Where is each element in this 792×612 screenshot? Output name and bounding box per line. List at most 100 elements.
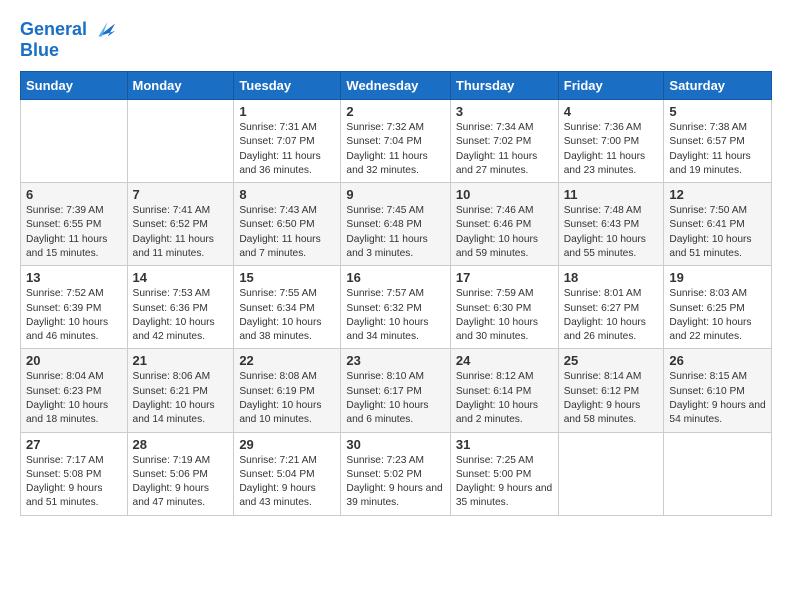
day-number: 3 — [456, 104, 553, 119]
calendar-week-row: 20 Sunrise: 8:04 AM Sunset: 6:23 PM Dayli… — [21, 349, 772, 432]
calendar-cell: 28Sunrise: 7:19 AM Sunset: 5:06 PM Dayli… — [127, 432, 234, 515]
day-number: 5 — [669, 104, 766, 119]
day-info: Sunrise: 7:21 AM Sunset: 5:04 PM Dayligh… — [239, 454, 335, 511]
day-number: 13 — [26, 270, 122, 285]
day-number: 2 — [346, 104, 444, 119]
day-info: Sunrise: 7:43 AM Sunset: 6:50 PM Dayligh… — [239, 204, 335, 261]
calendar-cell: 25 Sunrise: 8:14 AM Sunset: 6:12 PM Dayli… — [558, 349, 664, 432]
day-number: 20 — [26, 353, 122, 368]
calendar-cell: 8 Sunrise: 7:43 AM Sunset: 6:50 PM Daylig… — [234, 183, 341, 266]
day-info: Sunrise: 8:06 AM Sunset: 6:21 PM Dayligh… — [133, 370, 229, 427]
day-number: 17 — [456, 270, 553, 285]
day-info: Sunrise: 7:36 AM Sunset: 7:00 PM Dayligh… — [564, 121, 659, 178]
calendar-cell: 31 Sunrise: 7:25 AM Sunset: 5:00 PM Dayli… — [450, 432, 558, 515]
day-info: Sunrise: 7:19 AM Sunset: 5:06 PM Dayligh… — [133, 454, 229, 511]
day-number: 6 — [26, 187, 122, 202]
day-info: Sunrise: 7:50 AM Sunset: 6:41 PM Dayligh… — [669, 204, 766, 261]
day-number: 16 — [346, 270, 444, 285]
calendar-cell: 15Sunrise: 7:55 AM Sunset: 6:34 PM Dayli… — [234, 266, 341, 349]
calendar-week-row: 27 Sunrise: 7:17 AM Sunset: 5:08 PM Dayli… — [21, 432, 772, 515]
day-info: Sunrise: 8:15 AM Sunset: 6:10 PM Dayligh… — [669, 370, 766, 427]
day-number: 7 — [133, 187, 229, 202]
weekday-header: Saturday — [664, 72, 772, 100]
day-info: Sunrise: 7:53 AM Sunset: 6:36 PM Dayligh… — [133, 287, 229, 344]
day-info: Sunrise: 8:14 AM Sunset: 6:12 PM Dayligh… — [564, 370, 659, 427]
logo-bird-icon — [89, 16, 117, 44]
calendar-cell: 24 Sunrise: 8:12 AM Sunset: 6:14 PM Dayli… — [450, 349, 558, 432]
calendar-cell: 26 Sunrise: 8:15 AM Sunset: 6:10 PM Dayli… — [664, 349, 772, 432]
day-number: 9 — [346, 187, 444, 202]
calendar-table: SundayMondayTuesdayWednesdayThursdayFrid… — [20, 71, 772, 516]
calendar-cell: 11Sunrise: 7:48 AM Sunset: 6:43 PM Dayli… — [558, 183, 664, 266]
day-number: 12 — [669, 187, 766, 202]
calendar-cell: 17 Sunrise: 7:59 AM Sunset: 6:30 PM Dayli… — [450, 266, 558, 349]
day-number: 25 — [564, 353, 659, 368]
day-number: 15 — [239, 270, 335, 285]
day-number: 21 — [133, 353, 229, 368]
calendar-cell — [127, 100, 234, 183]
day-number: 24 — [456, 353, 553, 368]
calendar-cell: 7 Sunrise: 7:41 AM Sunset: 6:52 PM Daylig… — [127, 183, 234, 266]
day-info: Sunrise: 8:03 AM Sunset: 6:25 PM Dayligh… — [669, 287, 766, 344]
calendar-cell: 14Sunrise: 7:53 AM Sunset: 6:36 PM Dayli… — [127, 266, 234, 349]
day-info: Sunrise: 8:01 AM Sunset: 6:27 PM Dayligh… — [564, 287, 659, 344]
calendar-cell: 9 Sunrise: 7:45 AM Sunset: 6:48 PM Daylig… — [341, 183, 450, 266]
calendar-cell: 1 Sunrise: 7:31 AM Sunset: 7:07 PM Daylig… — [234, 100, 341, 183]
calendar-cell: 22Sunrise: 8:08 AM Sunset: 6:19 PM Dayli… — [234, 349, 341, 432]
page: General Blue SundayMondayTuesdayWednesda… — [0, 0, 792, 612]
calendar-cell: 12 Sunrise: 7:50 AM Sunset: 6:41 PM Dayli… — [664, 183, 772, 266]
calendar-week-row: 6 Sunrise: 7:39 AM Sunset: 6:55 PM Daylig… — [21, 183, 772, 266]
calendar-cell: 27 Sunrise: 7:17 AM Sunset: 5:08 PM Dayli… — [21, 432, 128, 515]
calendar-header-row: SundayMondayTuesdayWednesdayThursdayFrid… — [21, 72, 772, 100]
day-info: Sunrise: 8:12 AM Sunset: 6:14 PM Dayligh… — [456, 370, 553, 427]
calendar-cell: 6 Sunrise: 7:39 AM Sunset: 6:55 PM Daylig… — [21, 183, 128, 266]
day-info: Sunrise: 7:59 AM Sunset: 6:30 PM Dayligh… — [456, 287, 553, 344]
calendar-cell — [558, 432, 664, 515]
calendar-cell: 30Sunrise: 7:23 AM Sunset: 5:02 PM Dayli… — [341, 432, 450, 515]
calendar-week-row: 13 Sunrise: 7:52 AM Sunset: 6:39 PM Dayli… — [21, 266, 772, 349]
day-number: 4 — [564, 104, 659, 119]
weekday-header: Friday — [558, 72, 664, 100]
day-info: Sunrise: 7:46 AM Sunset: 6:46 PM Dayligh… — [456, 204, 553, 261]
day-info: Sunrise: 7:45 AM Sunset: 6:48 PM Dayligh… — [346, 204, 444, 261]
day-info: Sunrise: 7:31 AM Sunset: 7:07 PM Dayligh… — [239, 121, 335, 178]
calendar-cell: 2Sunrise: 7:32 AM Sunset: 7:04 PM Daylig… — [341, 100, 450, 183]
day-info: Sunrise: 8:08 AM Sunset: 6:19 PM Dayligh… — [239, 370, 335, 427]
day-number: 8 — [239, 187, 335, 202]
day-info: Sunrise: 8:04 AM Sunset: 6:23 PM Dayligh… — [26, 370, 122, 427]
day-number: 31 — [456, 437, 553, 452]
day-info: Sunrise: 7:52 AM Sunset: 6:39 PM Dayligh… — [26, 287, 122, 344]
calendar-week-row: 1 Sunrise: 7:31 AM Sunset: 7:07 PM Daylig… — [21, 100, 772, 183]
calendar-cell: 23 Sunrise: 8:10 AM Sunset: 6:17 PM Dayli… — [341, 349, 450, 432]
calendar-cell: 5 Sunrise: 7:38 AM Sunset: 6:57 PM Daylig… — [664, 100, 772, 183]
calendar-cell — [664, 432, 772, 515]
calendar-cell — [21, 100, 128, 183]
day-number: 18 — [564, 270, 659, 285]
day-info: Sunrise: 7:38 AM Sunset: 6:57 PM Dayligh… — [669, 121, 766, 178]
calendar-cell: 29 Sunrise: 7:21 AM Sunset: 5:04 PM Dayli… — [234, 432, 341, 515]
day-info: Sunrise: 7:25 AM Sunset: 5:00 PM Dayligh… — [456, 454, 553, 511]
day-info: Sunrise: 7:17 AM Sunset: 5:08 PM Dayligh… — [26, 454, 122, 511]
calendar-cell: 16 Sunrise: 7:57 AM Sunset: 6:32 PM Dayli… — [341, 266, 450, 349]
calendar-cell: 18 Sunrise: 8:01 AM Sunset: 6:27 PM Dayli… — [558, 266, 664, 349]
day-info: Sunrise: 7:41 AM Sunset: 6:52 PM Dayligh… — [133, 204, 229, 261]
logo-text: General — [20, 20, 87, 40]
day-info: Sunrise: 7:57 AM Sunset: 6:32 PM Dayligh… — [346, 287, 444, 344]
day-number: 19 — [669, 270, 766, 285]
day-info: Sunrise: 7:34 AM Sunset: 7:02 PM Dayligh… — [456, 121, 553, 178]
calendar-cell: 13 Sunrise: 7:52 AM Sunset: 6:39 PM Dayli… — [21, 266, 128, 349]
day-number: 27 — [26, 437, 122, 452]
logo: General Blue — [20, 16, 117, 61]
calendar-cell: 20 Sunrise: 8:04 AM Sunset: 6:23 PM Dayli… — [21, 349, 128, 432]
calendar-cell: 4 Sunrise: 7:36 AM Sunset: 7:00 PM Daylig… — [558, 100, 664, 183]
day-info: Sunrise: 7:39 AM Sunset: 6:55 PM Dayligh… — [26, 204, 122, 261]
calendar-cell: 21 Sunrise: 8:06 AM Sunset: 6:21 PM Dayli… — [127, 349, 234, 432]
day-number: 29 — [239, 437, 335, 452]
day-number: 26 — [669, 353, 766, 368]
day-number: 30 — [346, 437, 444, 452]
weekday-header: Monday — [127, 72, 234, 100]
day-number: 23 — [346, 353, 444, 368]
day-number: 1 — [239, 104, 335, 119]
day-info: Sunrise: 8:10 AM Sunset: 6:17 PM Dayligh… — [346, 370, 444, 427]
weekday-header: Thursday — [450, 72, 558, 100]
